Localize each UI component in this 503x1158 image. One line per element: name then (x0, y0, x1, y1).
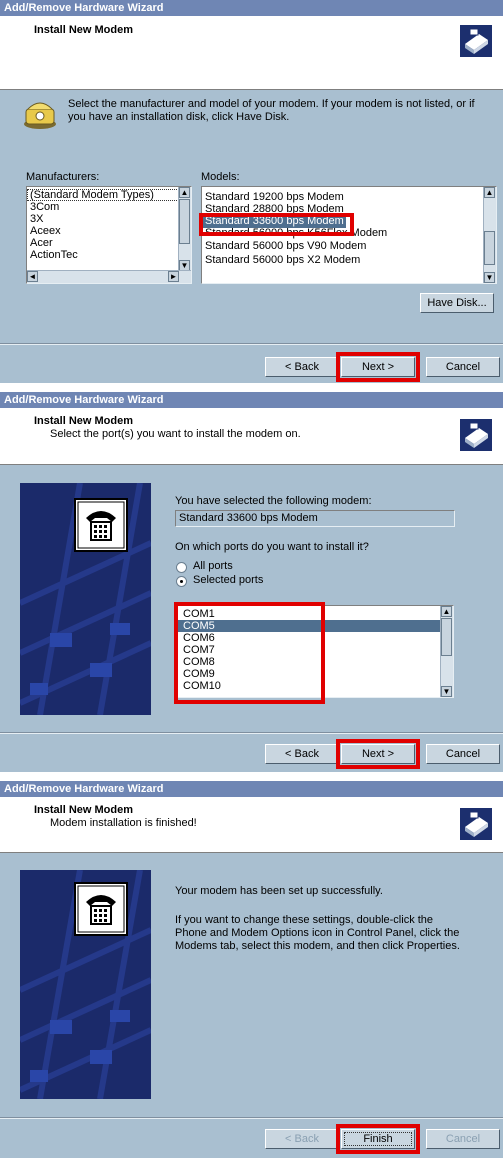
selected-ports-label[interactable]: Selected ports (193, 574, 263, 586)
list-item[interactable]: Standard 28800 bps Modem (202, 204, 496, 214)
back-button[interactable]: < Back (265, 1129, 339, 1149)
window-title: Add/Remove Hardware Wizard (0, 0, 503, 16)
cancel-button[interactable]: Cancel (426, 744, 500, 764)
list-item[interactable]: Acer (27, 237, 191, 249)
all-ports-label[interactable]: All ports (193, 560, 233, 572)
next-button[interactable]: Next > (341, 744, 415, 764)
list-item[interactable]: Standard 19200 bps Modem (202, 190, 496, 204)
telephone-icon (74, 882, 128, 936)
list-item[interactable]: Aceex (27, 225, 191, 237)
list-item[interactable]: COM10 (177, 680, 453, 692)
radio-dot-icon (180, 580, 183, 583)
list-item[interactable]: (Standard Modem Types) (27, 189, 191, 201)
models-label: Models: (201, 171, 240, 183)
scroll-right-icon[interactable]: ► (168, 271, 179, 282)
ports-question: On which ports do you want to install it… (175, 541, 369, 553)
back-button[interactable]: < Back (265, 357, 339, 377)
hardware-wizard-icon (460, 808, 492, 840)
manufacturers-list[interactable]: (Standard Modem Types) 3Com 3X Aceex Ace… (26, 186, 192, 284)
wizard-header: Install New Modem (0, 16, 503, 90)
scroll-up-icon[interactable]: ▲ (179, 187, 190, 198)
manufacturers-vscroll[interactable]: ▲ ▼ (178, 187, 191, 271)
list-item[interactable]: COM8 (177, 656, 453, 668)
finish-button[interactable]: Finish (341, 1129, 415, 1149)
scroll-up-icon[interactable]: ▲ (484, 187, 495, 198)
wizard-step-finished: Add/Remove Hardware Wizard Install New M… (0, 781, 503, 1158)
wizard-step-select-modem: Add/Remove Hardware Wizard Install New M… (0, 0, 503, 383)
wizard-step-select-ports: Add/Remove Hardware Wizard Install New M… (0, 392, 503, 772)
list-item[interactable]: COM6 (177, 632, 453, 644)
selected-modem-label: You have selected the following modem: (175, 495, 372, 507)
modem-icon (24, 102, 56, 129)
list-item[interactable]: Standard 56000 bps X2 Modem (202, 253, 496, 267)
window-title: Add/Remove Hardware Wizard (0, 392, 503, 408)
list-item[interactable]: COM9 (177, 668, 453, 680)
header-title: Install New Modem (34, 24, 134, 36)
hardware-wizard-icon (460, 25, 492, 57)
scroll-thumb[interactable] (441, 618, 452, 656)
window-title: Add/Remove Hardware Wizard (0, 781, 503, 797)
list-item[interactable]: 3X (27, 213, 191, 225)
models-list[interactable]: Standard 19200 bps Modem Standard 28800 … (201, 186, 497, 284)
list-item-selected[interactable]: COM5 (177, 620, 441, 632)
hardware-wizard-icon (460, 419, 492, 451)
manufacturers-hscroll[interactable]: ◄ ► (27, 270, 191, 283)
list-item[interactable]: 3Com (27, 201, 191, 213)
back-button[interactable]: < Back (265, 744, 339, 764)
scroll-left-icon[interactable]: ◄ (27, 271, 38, 282)
list-item-selected[interactable]: Standard 33600 bps Modem (202, 214, 346, 228)
manufacturers-label: Manufacturers: (26, 171, 100, 183)
cancel-button[interactable]: Cancel (426, 1129, 500, 1149)
telephone-icon (74, 498, 128, 552)
header-subtitle: Modem installation is finished! (50, 817, 197, 829)
divider (0, 732, 503, 734)
list-item[interactable]: COM1 (177, 608, 453, 620)
divider (0, 1117, 503, 1119)
ports-list[interactable]: COM1 COM5 COM6 COM7 COM8 COM9 COM10 ▲ ▼ (176, 605, 454, 698)
list-item[interactable]: Standard 56000 bps V90 Modem (202, 239, 496, 253)
scroll-thumb[interactable] (484, 231, 495, 265)
success-message: Your modem has been set up successfully. (175, 885, 383, 897)
all-ports-radio[interactable] (176, 562, 187, 573)
wizard-header: Install New Modem Select the port(s) you… (0, 408, 503, 465)
divider (0, 343, 503, 345)
next-button[interactable]: Next > (341, 357, 415, 377)
scroll-down-icon[interactable]: ▼ (484, 272, 495, 283)
list-item[interactable]: Standard 56000 bps K56Flex Modem (202, 228, 496, 239)
scroll-thumb[interactable] (179, 199, 190, 244)
selected-modem-field: Standard 33600 bps Modem (175, 510, 455, 527)
selected-ports-radio[interactable] (176, 576, 187, 587)
have-disk-button[interactable]: Have Disk... (420, 293, 494, 313)
scroll-down-icon[interactable]: ▼ (441, 686, 452, 697)
wizard-header: Install New Modem Modem installation is … (0, 797, 503, 853)
models-vscroll[interactable]: ▲ ▼ (483, 187, 496, 283)
list-item[interactable]: ActionTec (27, 249, 191, 261)
ports-vscroll[interactable]: ▲ ▼ (440, 606, 453, 697)
info-message: If you want to change these settings, do… (175, 914, 460, 952)
header-title: Install New Modem (34, 804, 134, 816)
header-title: Install New Modem (34, 415, 134, 427)
scroll-up-icon[interactable]: ▲ (441, 606, 452, 617)
header-subtitle: Select the port(s) you want to install t… (50, 428, 301, 440)
list-item[interactable]: COM7 (177, 644, 453, 656)
instruction-text: Select the manufacturer and model of you… (68, 98, 475, 123)
cancel-button[interactable]: Cancel (426, 357, 500, 377)
